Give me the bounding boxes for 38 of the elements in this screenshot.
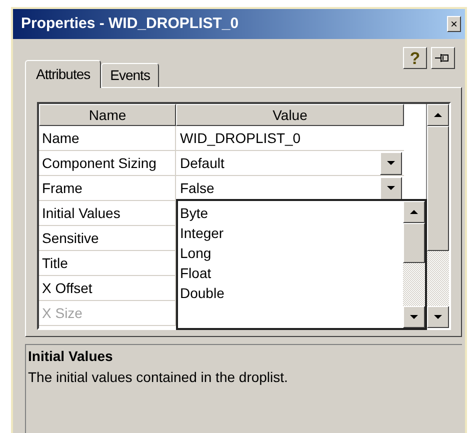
description-text: The initial values contained in the droplist. (28, 368, 289, 387)
column-header[interactable]: Value (176, 104, 404, 126)
up-arrow-icon (434, 113, 442, 117)
scrollbar[interactable] (426, 104, 449, 328)
property-name: Frame (39, 176, 176, 200)
property-name: Name (39, 126, 176, 150)
pin-icon (435, 53, 451, 63)
list-option[interactable]: Double (178, 283, 403, 303)
property-value[interactable]: False (176, 178, 380, 198)
property-value[interactable]: WID_DROPLIST_0 (176, 128, 404, 148)
description-title: Initial Values (28, 347, 114, 366)
scroll-down-button[interactable] (427, 306, 449, 328)
down-arrow-icon (410, 315, 418, 319)
list-scrollbar[interactable] (403, 201, 425, 328)
window-title: Properties - WID_DROPLIST_0 (20, 14, 239, 34)
scroll-thumb[interactable] (427, 126, 449, 251)
tab[interactable]: Events (101, 63, 159, 87)
property-name: Component Sizing (39, 151, 176, 175)
down-arrow-icon (434, 315, 442, 319)
down-arrow-icon (387, 161, 395, 165)
list-option[interactable]: Float (178, 263, 403, 283)
down-arrow-icon (387, 186, 395, 190)
property-value[interactable]: Default (176, 152, 380, 174)
scroll-down-button[interactable] (403, 306, 425, 328)
pin-button[interactable] (431, 47, 455, 69)
dropdown-button[interactable] (380, 152, 402, 174)
tab[interactable]: Attributes (25, 60, 102, 88)
dropdown-button[interactable] (380, 176, 402, 200)
scroll-thumb[interactable] (403, 223, 425, 263)
list-option[interactable]: Long (178, 243, 403, 263)
close-button[interactable]: × (447, 16, 461, 32)
scroll-up-button[interactable] (403, 201, 425, 223)
scroll-up-button[interactable] (427, 104, 449, 126)
list-option[interactable]: Byte (178, 203, 403, 223)
list-option[interactable]: Integer (178, 223, 403, 243)
up-arrow-icon (410, 210, 418, 214)
help-button[interactable]: ? (403, 47, 427, 69)
column-header[interactable]: Name (39, 104, 176, 126)
